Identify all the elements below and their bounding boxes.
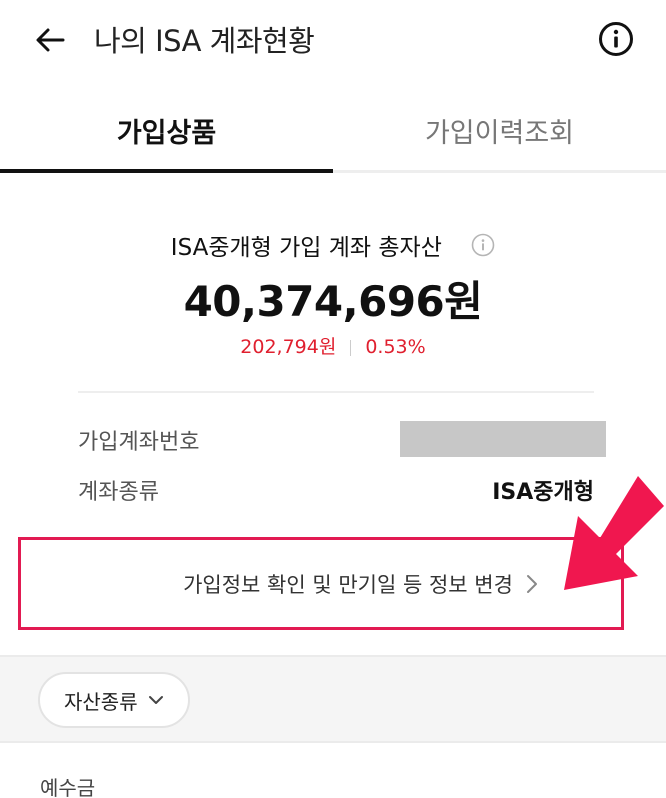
change-separator (350, 339, 352, 356)
asset-type-filter-label: 자산종류 (64, 689, 138, 714)
info-circle-icon (599, 22, 633, 56)
section-divider (78, 391, 594, 393)
deposit-section-label: 예수금 (40, 776, 96, 798)
change-rate: 0.53% (365, 336, 426, 358)
total-assets-heading: ISA중개형 가입 계좌 총자산 (0, 228, 666, 262)
info-circle-icon[interactable] (471, 233, 495, 257)
info-button[interactable] (597, 20, 635, 58)
account-number-label: 가입계좌번호 (78, 430, 200, 455)
annotation-arrow-icon (564, 476, 664, 590)
tab-join-history[interactable]: 가입이력조회 (333, 90, 666, 170)
chevron-down-icon (148, 696, 163, 704)
back-button[interactable] (30, 20, 70, 60)
change-summary: 202,794원 0.53% (0, 332, 666, 359)
change-amount: 202,794원 (240, 336, 337, 358)
arrow-left-icon (36, 28, 65, 52)
change-info-label: 가입정보 확인 및 만기일 등 정보 변경 (183, 572, 513, 597)
total-assets-amount: 40,374,696원 (183, 277, 483, 326)
page-title: 나의 ISA 계좌현황 (94, 24, 315, 58)
asset-type-filter[interactable]: 자산종류 (38, 672, 190, 728)
isa-account-screen: 나의 ISA 계좌현황 가입상품 가입이력조회 ISA중개형 가입 계좌 총자산… (0, 0, 666, 798)
top-app-bar: 나의 ISA 계좌현황 (0, 0, 666, 78)
account-type-label: 계좌종류 (78, 480, 159, 505)
total-assets-label: ISA중개형 가입 계좌 총자산 (170, 235, 442, 261)
account-number-redacted (400, 421, 606, 457)
change-info-button[interactable]: 가입정보 확인 및 만기일 등 정보 변경 (18, 537, 624, 630)
tab-joined-products[interactable]: 가입상품 (0, 90, 333, 170)
tab-bar: 가입상품 가입이력조회 (0, 90, 666, 174)
chevron-right-icon (526, 574, 537, 593)
active-tab-indicator (0, 169, 333, 173)
